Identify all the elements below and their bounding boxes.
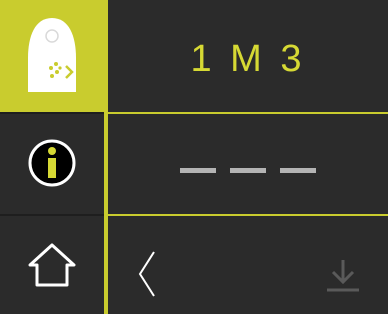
sidebar-item-sensor[interactable] xyxy=(0,0,104,112)
sidebar-item-home[interactable] xyxy=(0,214,104,314)
divider-top xyxy=(108,112,388,114)
divider-bottom xyxy=(108,214,388,216)
device-screen: 1 M 3 — — — xyxy=(0,0,388,314)
measurement-code: 1 M 3 xyxy=(190,38,306,80)
sidebar-item-info[interactable] xyxy=(0,112,104,212)
value-placeholder xyxy=(180,168,316,173)
download-icon xyxy=(327,260,359,292)
save-button[interactable] xyxy=(318,244,368,304)
sensor-shield-icon xyxy=(28,18,76,92)
main-panel: 1 M 3 — — — xyxy=(108,0,388,314)
home-icon xyxy=(28,243,76,287)
back-button[interactable] xyxy=(126,244,166,304)
info-icon xyxy=(28,139,76,187)
chevron-left-icon xyxy=(138,251,155,297)
sidebar xyxy=(0,0,104,314)
